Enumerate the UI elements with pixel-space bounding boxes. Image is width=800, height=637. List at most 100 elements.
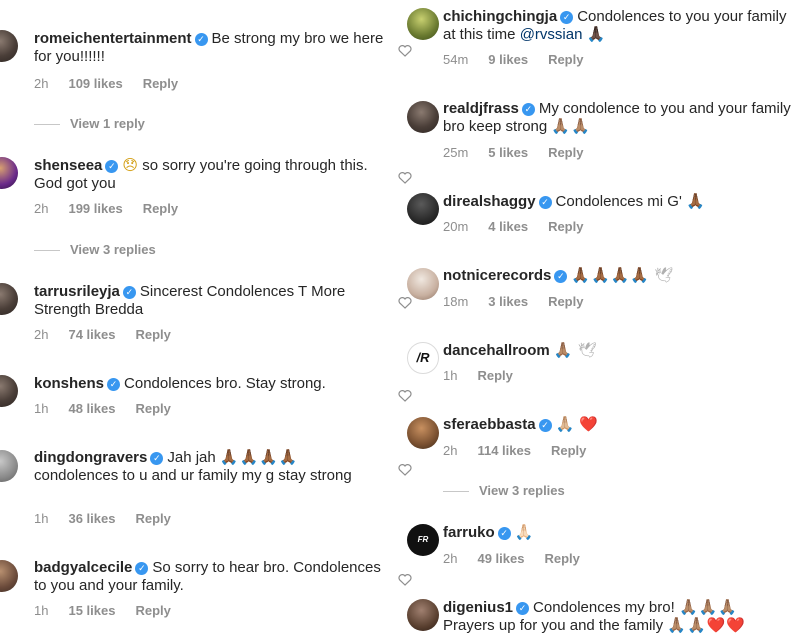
praying-hands-emoji-icon: 🙏🏾🙏🏾🙏🏾🙏🏾: [219, 449, 299, 466]
comment-username[interactable]: romeichentertainment: [34, 30, 192, 47]
likes-count[interactable]: 4 likes: [488, 219, 528, 234]
reply-button[interactable]: Reply: [548, 294, 583, 309]
verified-badge-icon: ✓: [107, 378, 121, 391]
reply-button[interactable]: Reply: [548, 145, 583, 160]
likes-count[interactable]: 114 likes: [477, 443, 531, 458]
comment-username[interactable]: dancehallroom: [443, 342, 550, 359]
like-heart-icon[interactable]: [398, 44, 412, 57]
red-heart-emoji-icon: ❤️: [579, 416, 599, 433]
comment-username[interactable]: dingdongravers: [34, 449, 147, 466]
comment-username[interactable]: tarrusrileyja: [34, 283, 120, 300]
avatar[interactable]: [0, 375, 18, 407]
likes-count[interactable]: 3 likes: [488, 294, 528, 309]
comment-username[interactable]: realdjfrass: [443, 100, 519, 117]
verified-badge-icon: ✓: [497, 527, 511, 540]
reply-button[interactable]: Reply: [548, 52, 583, 67]
like-heart-icon[interactable]: [398, 389, 412, 402]
comment-username[interactable]: shenseea: [34, 157, 102, 174]
comment-username[interactable]: chichingchingja: [443, 8, 557, 25]
comment-meta: 25m 5 likes Reply: [443, 145, 603, 160]
sad-face-emoji-icon: 😞: [122, 157, 139, 174]
view-replies-button[interactable]: View 1 reply: [34, 116, 145, 131]
avatar[interactable]: [407, 8, 439, 40]
comment-time: 2h: [443, 443, 458, 458]
avatar[interactable]: [0, 283, 18, 315]
comment-text: tarrusrileyja ✓ Sincerest Condolences T Mo…: [34, 283, 384, 319]
praying-hands-emoji-icon: 🙏🏻: [514, 524, 535, 541]
comment-text: badgyalcecile ✓ So sorry to hear bro. Cond…: [34, 559, 384, 595]
avatar[interactable]: [407, 599, 439, 631]
avatar[interactable]: FR: [407, 524, 439, 556]
like-heart-icon[interactable]: [398, 463, 412, 476]
comment-username[interactable]: sferaebbasta: [443, 416, 536, 433]
comment-meta: 2h 74 likes Reply: [34, 327, 191, 342]
verified-badge-icon: ✓: [538, 419, 552, 432]
comment-body: Condolences mi G': [555, 193, 682, 210]
comment-body-continued: Prayers up for you and the family: [443, 617, 664, 634]
reply-button[interactable]: Reply: [143, 76, 178, 91]
likes-count[interactable]: 15 likes: [68, 603, 115, 618]
comment-time: 1h: [443, 368, 458, 383]
comment-text: direalshaggy ✓ Condolences mi G' 🙏🏾: [443, 193, 793, 211]
replies-divider-line: [443, 491, 469, 493]
mention-link[interactable]: @rvssian: [520, 26, 583, 43]
comment-meta: 1h 48 likes Reply: [34, 401, 191, 416]
view-replies-button[interactable]: View 3 replies: [443, 483, 565, 498]
like-heart-icon[interactable]: [398, 296, 412, 309]
comment-time: 1h: [34, 511, 49, 526]
dove-emoji-icon: 🕊: [577, 342, 597, 359]
praying-hands-and-hearts-emoji-icon: 🙏🏽🙏🏽❤️❤️: [667, 617, 746, 634]
likes-count[interactable]: 199 likes: [68, 201, 122, 216]
avatar[interactable]: [407, 417, 439, 449]
reply-button[interactable]: Reply: [477, 368, 512, 383]
comment-meta: 1h 36 likes Reply: [34, 511, 191, 526]
avatar[interactable]: [407, 101, 439, 133]
likes-count[interactable]: 49 likes: [477, 551, 524, 566]
replies-divider-line: [34, 124, 60, 126]
avatar[interactable]: [0, 30, 18, 62]
avatar[interactable]: [0, 450, 18, 482]
reply-button[interactable]: Reply: [551, 443, 586, 458]
verified-badge-icon: ✓: [516, 602, 530, 615]
view-replies-label: View 3 replies: [479, 483, 565, 498]
avatar[interactable]: [0, 157, 18, 189]
verified-badge-icon: ✓: [194, 33, 208, 46]
likes-count[interactable]: 48 likes: [68, 401, 115, 416]
comment-username[interactable]: direalshaggy: [443, 193, 536, 210]
comment-text: realdjfrass ✓ My condolence to you and you…: [443, 100, 793, 136]
comment-username[interactable]: notnicerecords: [443, 267, 551, 284]
likes-count[interactable]: 9 likes: [488, 52, 528, 67]
comment-username[interactable]: konshens: [34, 375, 104, 392]
comment-time: 2h: [34, 327, 49, 342]
reply-button[interactable]: Reply: [135, 327, 170, 342]
view-replies-label: View 1 reply: [70, 116, 145, 131]
avatar[interactable]: /R: [407, 342, 439, 374]
view-replies-label: View 3 replies: [70, 242, 156, 257]
avatar[interactable]: [0, 560, 18, 592]
reply-button[interactable]: Reply: [143, 201, 178, 216]
likes-count[interactable]: 74 likes: [68, 327, 115, 342]
like-heart-icon[interactable]: [398, 171, 412, 184]
comment-time: 2h: [443, 551, 458, 566]
view-replies-button[interactable]: View 3 replies: [34, 242, 156, 257]
verified-badge-icon: ✓: [538, 196, 552, 209]
like-heart-icon[interactable]: [398, 573, 412, 586]
comment-username[interactable]: farruko: [443, 524, 495, 541]
praying-hands-emoji-icon: 🙏🏽🙏🏽🙏🏽: [678, 599, 738, 616]
reply-button[interactable]: Reply: [135, 511, 170, 526]
reply-button[interactable]: Reply: [544, 551, 579, 566]
comment-meta: 18m 3 likes Reply: [443, 294, 603, 309]
comment-text: dingdongravers ✓ Jah jah 🙏🏾🙏🏾🙏🏾🙏🏾 condolenc…: [34, 449, 384, 485]
likes-count[interactable]: 5 likes: [488, 145, 528, 160]
reply-button[interactable]: Reply: [135, 603, 170, 618]
comment-username[interactable]: badgyalcecile: [34, 559, 132, 576]
comment-text: sferaebbasta ✓ 🙏🏼 ❤️: [443, 416, 793, 434]
reply-button[interactable]: Reply: [135, 401, 170, 416]
comment-text: konshens ✓ Condolences bro. Stay strong.: [34, 375, 384, 393]
comment-username[interactable]: digenius1: [443, 599, 513, 616]
likes-count[interactable]: 109 likes: [68, 76, 122, 91]
reply-button[interactable]: Reply: [548, 219, 583, 234]
likes-count[interactable]: 36 likes: [68, 511, 115, 526]
comment-meta: 2h 109 likes Reply: [34, 76, 198, 91]
avatar[interactable]: [407, 193, 439, 225]
